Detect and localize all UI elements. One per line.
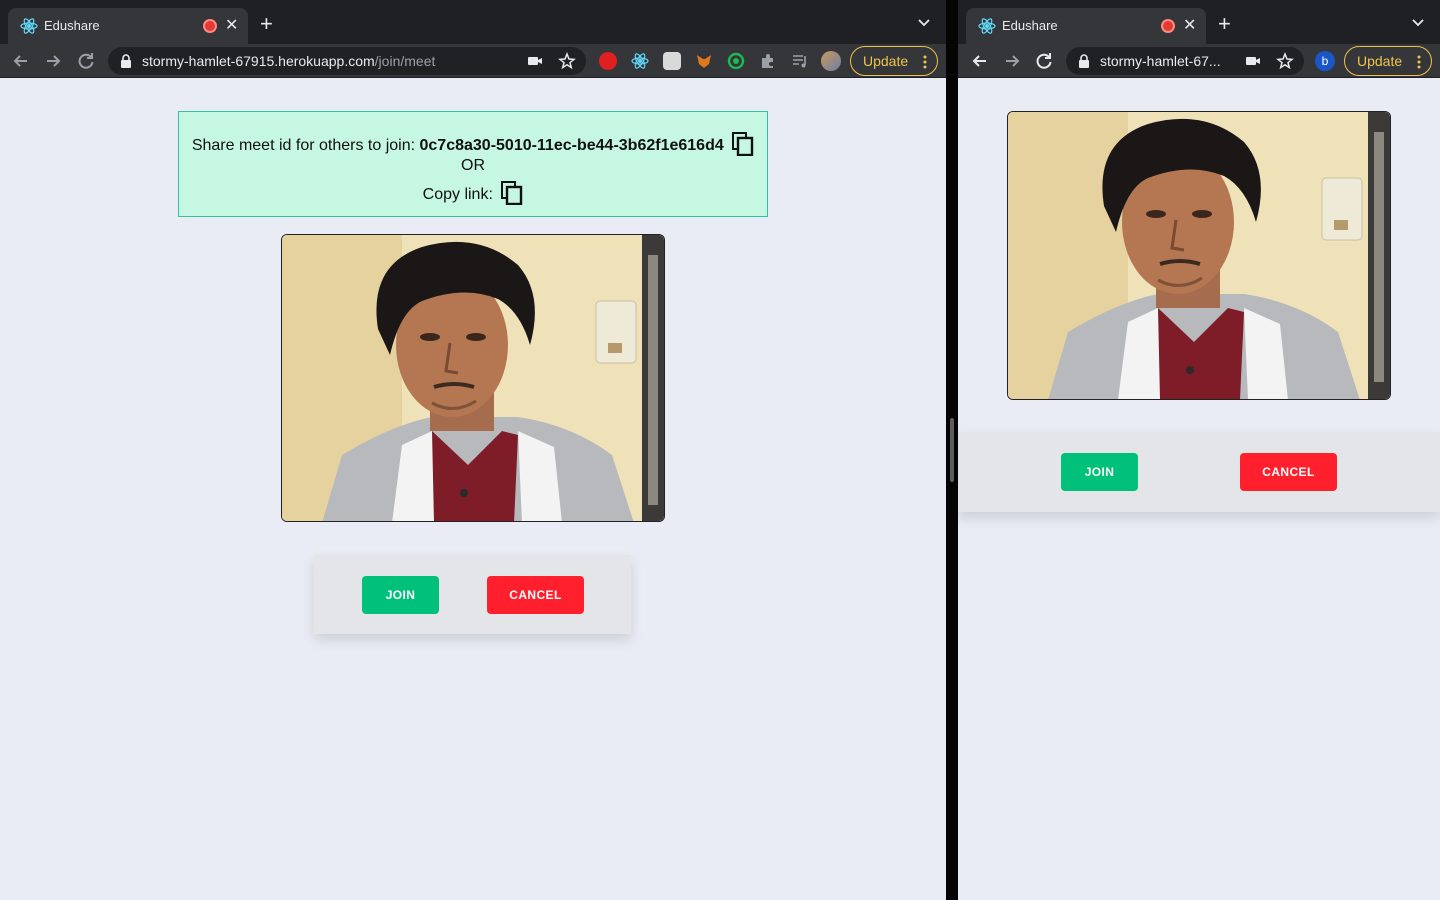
reload-icon[interactable] (1033, 50, 1055, 72)
url-text: stormy-hamlet-67915.herokuapp.com/join/m… (142, 53, 435, 69)
copy-link-line: Copy link: (179, 181, 767, 205)
recording-indicator-icon (1161, 19, 1175, 33)
tab-edushare[interactable]: Edushare ✕ (8, 8, 248, 44)
join-controls-bar: JOIN CANCEL (958, 432, 1440, 512)
kebab-menu-icon (923, 55, 927, 69)
tab-title: Edushare (44, 18, 100, 33)
address-bar[interactable]: stormy-hamlet-67... (1066, 47, 1304, 75)
or-separator: OR (461, 157, 485, 174)
copy-meet-id-icon[interactable] (732, 132, 754, 156)
media-control-icon[interactable] (791, 52, 809, 70)
tab-search-chevron-icon[interactable] (916, 14, 932, 30)
extensions-puzzle-icon[interactable] (759, 52, 777, 70)
bookmark-star-icon[interactable] (1276, 52, 1294, 70)
ext-metamask-fox-icon[interactable] (695, 52, 713, 70)
back-arrow-icon[interactable] (10, 50, 32, 72)
forward-arrow-icon[interactable] (1001, 50, 1023, 72)
local-video-preview (281, 234, 665, 522)
share-meet-id-line: Share meet id for others to join: 0c7c8a… (179, 132, 767, 156)
right-browser-window: Edushare ✕ + stormy-hamlet-67... b Updat… (958, 0, 1440, 900)
new-tab-icon[interactable]: + (260, 12, 273, 36)
close-tab-icon[interactable]: ✕ (225, 14, 238, 38)
update-label: Update (863, 53, 909, 69)
join-controls-bar: JOIN CANCEL (314, 555, 631, 634)
new-tab-icon[interactable]: + (1218, 12, 1231, 36)
address-bar[interactable]: stormy-hamlet-67915.herokuapp.com/join/m… (108, 47, 586, 75)
reload-icon[interactable] (75, 50, 97, 72)
webcam-frame (1008, 112, 1391, 400)
cancel-button[interactable]: CANCEL (1240, 453, 1337, 491)
ext-red-hand-icon[interactable] (599, 52, 617, 70)
profile-avatar[interactable]: b (1315, 51, 1335, 71)
local-video-preview (1007, 111, 1391, 400)
lock-icon (1079, 54, 1089, 68)
copy-link-icon[interactable] (501, 181, 523, 205)
tab-strip: Edushare ✕ + (0, 0, 946, 44)
page-content: JOIN CANCEL (958, 79, 1440, 900)
ext-green-ring-icon[interactable] (727, 52, 745, 70)
resize-handle[interactable] (950, 418, 954, 482)
react-favicon-icon (978, 18, 996, 34)
tab-edushare[interactable]: Edushare ✕ (966, 8, 1206, 44)
join-button[interactable]: JOIN (362, 576, 439, 614)
close-tab-icon[interactable]: ✕ (1183, 14, 1196, 38)
webcam-frame (282, 235, 665, 522)
tab-search-chevron-icon[interactable] (1410, 14, 1426, 30)
update-button[interactable]: Update (1344, 46, 1432, 76)
copy-link-label: Copy link: (422, 186, 493, 203)
profile-avatar[interactable] (821, 51, 841, 71)
left-browser-window: Edushare ✕ + stormy-hamlet-67915.herokua… (0, 0, 946, 900)
join-button[interactable]: JOIN (1061, 453, 1138, 491)
url-path: /join/meet (374, 53, 436, 69)
camera-in-use-icon[interactable] (1244, 52, 1262, 70)
share-prefix-text: Share meet id for others to join: (191, 137, 416, 154)
url-host: stormy-hamlet-67915.herokuapp.com (142, 53, 375, 69)
back-arrow-icon[interactable] (969, 50, 991, 72)
browser-toolbar: stormy-hamlet-67... b Update (958, 44, 1440, 78)
share-meet-panel: Share meet id for others to join: 0c7c8a… (178, 111, 768, 217)
ext-gray-icon[interactable] (663, 52, 681, 70)
kebab-menu-icon (1417, 55, 1421, 69)
forward-arrow-icon[interactable] (42, 50, 64, 72)
tab-strip: Edushare ✕ + (958, 0, 1440, 44)
ext-react-devtools-icon[interactable] (631, 52, 649, 70)
browser-toolbar: stormy-hamlet-67915.herokuapp.com/join/m… (0, 44, 946, 78)
update-label: Update (1357, 53, 1403, 69)
url-text: stormy-hamlet-67... (1100, 53, 1221, 69)
react-favicon-icon (20, 18, 38, 34)
tab-title: Edushare (1002, 18, 1058, 33)
meet-id-text: 0c7c8a30-5010-11ec-be44-3b62f1e616d4 (419, 137, 724, 154)
window-divider (946, 0, 958, 900)
lock-icon (121, 54, 131, 68)
bookmark-star-icon[interactable] (558, 52, 576, 70)
cancel-button[interactable]: CANCEL (487, 576, 584, 614)
page-content: Share meet id for others to join: 0c7c8a… (0, 79, 946, 900)
recording-indicator-icon (203, 19, 217, 33)
update-button[interactable]: Update (850, 46, 938, 76)
camera-in-use-icon[interactable] (526, 52, 544, 70)
